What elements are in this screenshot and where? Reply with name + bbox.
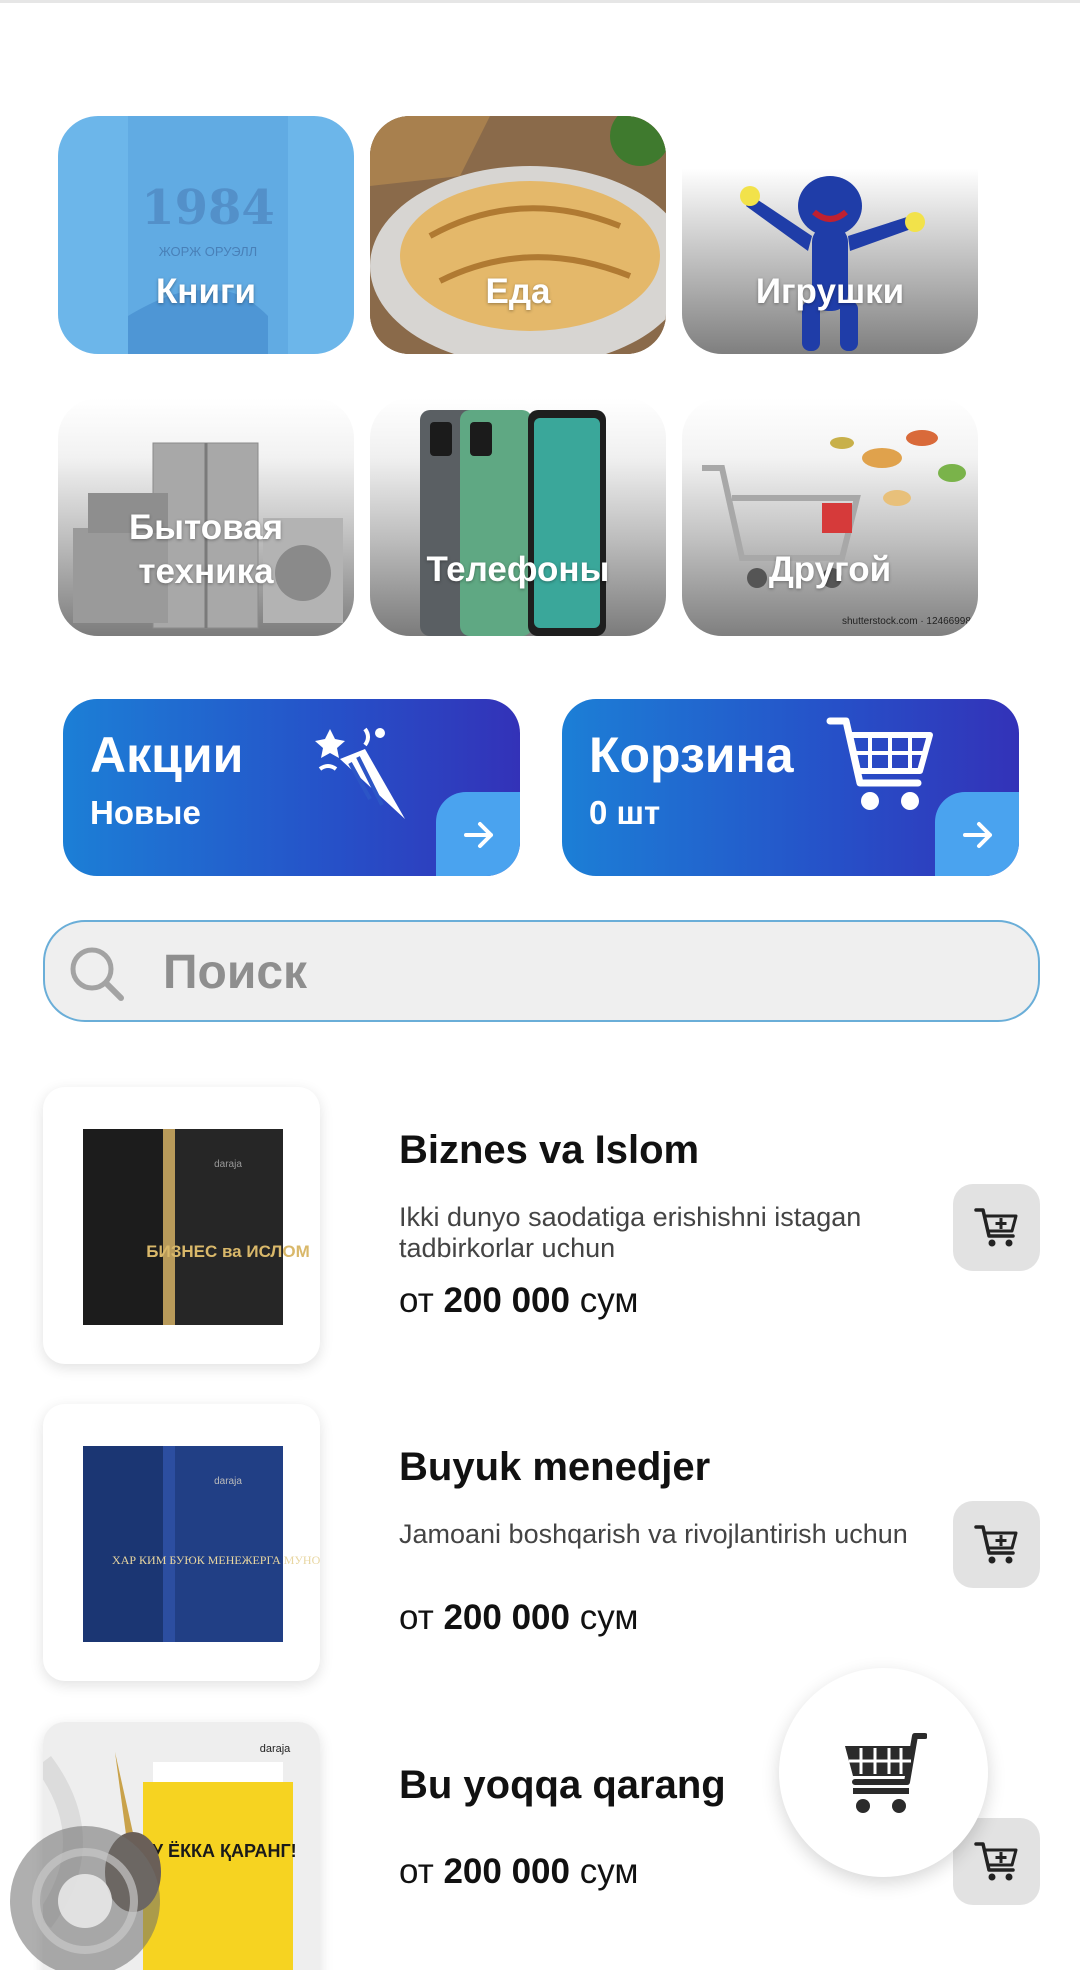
category-label-appliances: Бытовая техника (128, 508, 284, 591)
status-divider (0, 0, 1080, 3)
add-to-cart-icon (974, 1208, 1018, 1247)
floating-cart-button[interactable] (779, 1668, 988, 1877)
price-currency: сум (579, 1598, 639, 1637)
publisher-text: daraja (214, 1159, 242, 1170)
party-popper-icon (315, 727, 405, 819)
assistive-center (58, 1874, 112, 1928)
phones-image (420, 410, 606, 636)
price-value: 200 000 (443, 1281, 570, 1320)
price-value: 200 000 (443, 1852, 570, 1891)
watermark-text: shutterstock.com · 1246699825 (842, 616, 978, 627)
add-to-cart-icon (974, 1842, 1018, 1881)
category-toys[interactable]: Игрушки (682, 116, 978, 354)
other-image: shutterstock.com · 1246699825 (702, 430, 978, 627)
price-value: 200 000 (443, 1598, 570, 1637)
promo-cart-count: 0 шт (589, 794, 661, 831)
promo-sales-card[interactable]: Акции Новые (63, 699, 520, 876)
biznes-cover-text: БИЗНЕС ва ИСЛОМ (146, 1242, 310, 1261)
product-title: Buyuk menedjer (399, 1445, 711, 1489)
category-label-toys: Игрушки (755, 272, 905, 311)
price-currency: сум (579, 1852, 639, 1891)
search-icon (70, 947, 124, 1001)
price-currency: сум (579, 1281, 639, 1320)
category-books[interactable]: 1984 ЖОРЖ ОРУЭЛЛ Книги (58, 116, 354, 354)
shopping-cart-icon (826, 717, 933, 810)
search-bar[interactable] (43, 920, 1040, 1022)
publisher-text: daraja (260, 1743, 291, 1755)
product-description: Jamoani boshqarish va rivojlantirish uch… (399, 1519, 908, 1549)
category-other[interactable]: shutterstock.com · 1246699825 Другой (682, 398, 978, 636)
food-image (370, 116, 666, 354)
product-image-biznes[interactable]: БИЗНЕС ва ИСЛОМ daraja (43, 1087, 320, 1364)
category-appliances[interactable]: Бытовая техника (58, 398, 354, 636)
product-title: Biznes va Islom (399, 1128, 700, 1172)
promo-sales-arrow-button[interactable] (436, 792, 520, 876)
product-price: от 200 000 сум (399, 1280, 638, 1322)
product-description: Ikki dunyo saodatiga erishishni istagan … (399, 1202, 862, 1263)
category-label-books: Книги (155, 272, 257, 311)
promo-cart-arrow-button[interactable] (935, 792, 1019, 876)
book-cover-image: ХАР КИМ БУЮК МЕНЕЖЕРГА МУНОСИБ daraja (83, 1446, 320, 1642)
price-prefix: от (399, 1852, 434, 1891)
book-1984-author: ЖОРЖ ОРУЭЛЛ (159, 244, 257, 259)
category-label-food: Еда (485, 272, 551, 311)
promo-cart-title: Корзина (589, 727, 794, 783)
assistive-touch-button[interactable] (10, 1826, 160, 1970)
category-phones[interactable]: Телефоны (370, 398, 666, 636)
search-input[interactable] (163, 942, 983, 1002)
price-prefix: от (399, 1281, 434, 1320)
books-image: 1984 ЖОРЖ ОРУЭЛЛ (128, 116, 288, 354)
book-cover-image: БИЗНЕС ва ИСЛОМ daraja (83, 1129, 310, 1325)
promo-sales-subtitle: Новые (90, 794, 201, 831)
arrow-right-icon (963, 822, 992, 848)
promo-cart-card[interactable]: Корзина 0 шт (562, 699, 1019, 876)
product-price: от 200 000 сум (399, 1851, 638, 1893)
category-food[interactable]: Еда (370, 116, 666, 354)
arrow-right-icon (464, 822, 493, 848)
add-to-cart-button[interactable] (953, 1501, 1040, 1588)
product-image-buyuk[interactable]: ХАР КИМ БУЮК МЕНЕЖЕРГА МУНОСИБ daraja (43, 1404, 320, 1681)
product-title: Bu yoqqa qarang (399, 1763, 726, 1807)
category-label-other: Другой (768, 550, 892, 589)
promo-sales-title: Акции (90, 727, 244, 783)
buyuk-cover-text: ХАР КИМ БУЮК МЕНЕЖЕРГА МУНОСИБ (112, 1553, 320, 1567)
category-label-phones: Телефоны (426, 550, 610, 589)
book-1984-title: 1984 (141, 180, 275, 236)
add-to-cart-icon (974, 1525, 1018, 1564)
toys-image (740, 176, 925, 351)
add-to-cart-button[interactable] (953, 1184, 1040, 1271)
app-screen: 1984 ЖОРЖ ОРУЭЛЛ Книги Еда Игрушки Бытов… (0, 0, 1080, 1970)
product-price: от 200 000 сум (399, 1597, 638, 1639)
price-prefix: от (399, 1598, 434, 1637)
buyoqqa-cover-text: БУ ЁККА ҚАРАНГ! (139, 1841, 296, 1861)
publisher-text: daraja (214, 1476, 242, 1487)
shopping-cart-icon (845, 1733, 927, 1813)
